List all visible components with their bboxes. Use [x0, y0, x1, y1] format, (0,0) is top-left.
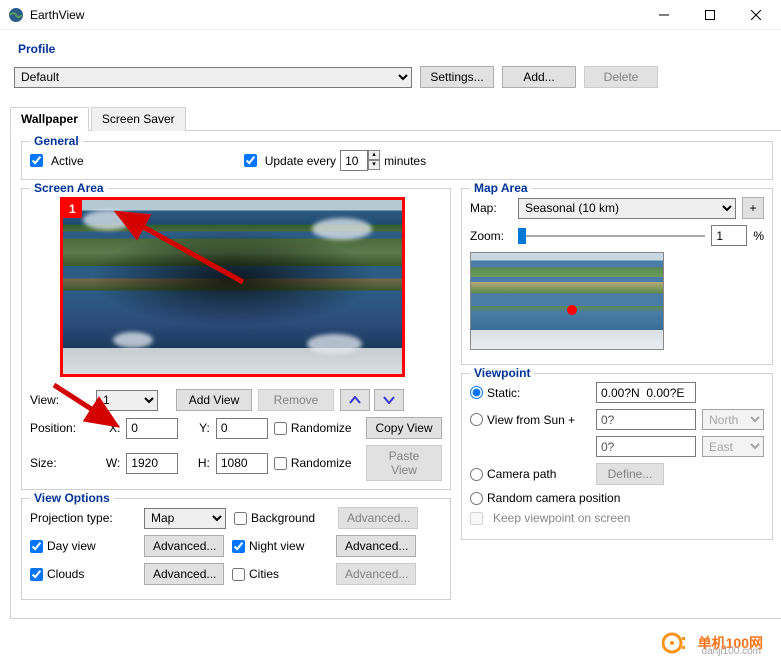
sun-dir1-select[interactable]: North — [702, 409, 764, 430]
view-options-group: View Options Projection type: Map Backgr… — [21, 498, 451, 600]
map-select[interactable]: Seasonal (10 km) — [518, 198, 736, 219]
pos-randomize-checkbox[interactable] — [274, 422, 287, 435]
viewpoint-group: Viewpoint Static: View from Sun + North … — [461, 373, 773, 540]
interval-up[interactable]: ▴ — [368, 150, 380, 160]
projection-select[interactable]: Map — [144, 508, 226, 529]
cities-advanced-button[interactable]: Advanced... — [336, 563, 416, 585]
close-button[interactable] — [733, 1, 779, 29]
interval-down[interactable]: ▾ — [368, 160, 380, 170]
profile-select[interactable]: Default — [14, 67, 412, 88]
size-w-input[interactable] — [126, 453, 178, 474]
tab-screensaver[interactable]: Screen Saver — [91, 107, 186, 131]
update-interval-input[interactable] — [340, 150, 368, 171]
camera-path-radio[interactable] — [470, 468, 483, 481]
title-bar: EarthView — [0, 0, 781, 30]
app-icon — [8, 7, 24, 23]
sun-offset1-input[interactable] — [596, 409, 696, 430]
copy-view-button[interactable]: Copy View — [366, 417, 442, 439]
remove-view-button[interactable]: Remove — [258, 389, 334, 411]
view-down-button[interactable] — [374, 389, 404, 411]
tab-strip: Wallpaper Screen Saver — [10, 106, 781, 131]
static-input[interactable] — [596, 382, 696, 403]
screen-preview[interactable]: 1 — [60, 197, 405, 377]
map-area-group: Map Area Map: Seasonal (10 km) + Zoom: % — [461, 188, 773, 365]
minimap[interactable] — [470, 252, 664, 350]
maximize-button[interactable] — [687, 1, 733, 29]
pos-x-input[interactable] — [126, 418, 178, 439]
watermark-icon — [662, 631, 692, 655]
window-title: EarthView — [30, 8, 641, 22]
pos-y-input[interactable] — [216, 418, 268, 439]
profile-add-button[interactable]: Add... — [502, 66, 576, 88]
map-add-button[interactable]: + — [742, 197, 764, 219]
sun-dir2-select[interactable]: East — [702, 436, 764, 457]
update-every-checkbox[interactable] — [244, 154, 257, 167]
profile-delete-button[interactable]: Delete — [584, 66, 658, 88]
zoom-input[interactable] — [711, 225, 747, 246]
add-view-button[interactable]: Add View — [176, 389, 252, 411]
watermark: 单机100网 danji100.com — [662, 631, 763, 655]
paste-view-button[interactable]: Paste View — [366, 445, 442, 481]
minimap-marker — [567, 305, 577, 315]
clouds-checkbox[interactable] — [30, 568, 43, 581]
dayview-checkbox[interactable] — [30, 540, 43, 553]
sun-radio[interactable] — [470, 413, 483, 426]
define-button[interactable]: Define... — [596, 463, 664, 485]
tab-wallpaper[interactable]: Wallpaper — [10, 107, 89, 131]
screen-area-group: Screen Area 1 — [21, 188, 451, 490]
view-select[interactable]: 1 — [96, 390, 158, 411]
profile-heading: Profile — [18, 42, 55, 56]
size-randomize-checkbox[interactable] — [274, 457, 287, 470]
static-radio[interactable] — [470, 386, 483, 399]
background-advanced-button[interactable]: Advanced... — [338, 507, 418, 529]
size-h-input[interactable] — [216, 453, 268, 474]
preview-badge: 1 — [63, 200, 82, 218]
cities-checkbox[interactable] — [232, 568, 245, 581]
nightview-advanced-button[interactable]: Advanced... — [336, 535, 416, 557]
active-checkbox[interactable] — [30, 154, 43, 167]
dayview-advanced-button[interactable]: Advanced... — [144, 535, 224, 557]
sun-offset2-input[interactable] — [596, 436, 696, 457]
profile-settings-button[interactable]: Settings... — [420, 66, 494, 88]
nightview-checkbox[interactable] — [232, 540, 245, 553]
keep-viewpoint-checkbox[interactable] — [470, 512, 483, 525]
minimize-button[interactable] — [641, 1, 687, 29]
background-checkbox[interactable] — [234, 512, 247, 525]
general-group: General Active Update every ▴▾ minutes — [21, 141, 773, 180]
zoom-slider[interactable] — [518, 227, 705, 245]
random-camera-radio[interactable] — [470, 492, 483, 505]
clouds-advanced-button[interactable]: Advanced... — [144, 563, 224, 585]
view-up-button[interactable] — [340, 389, 370, 411]
